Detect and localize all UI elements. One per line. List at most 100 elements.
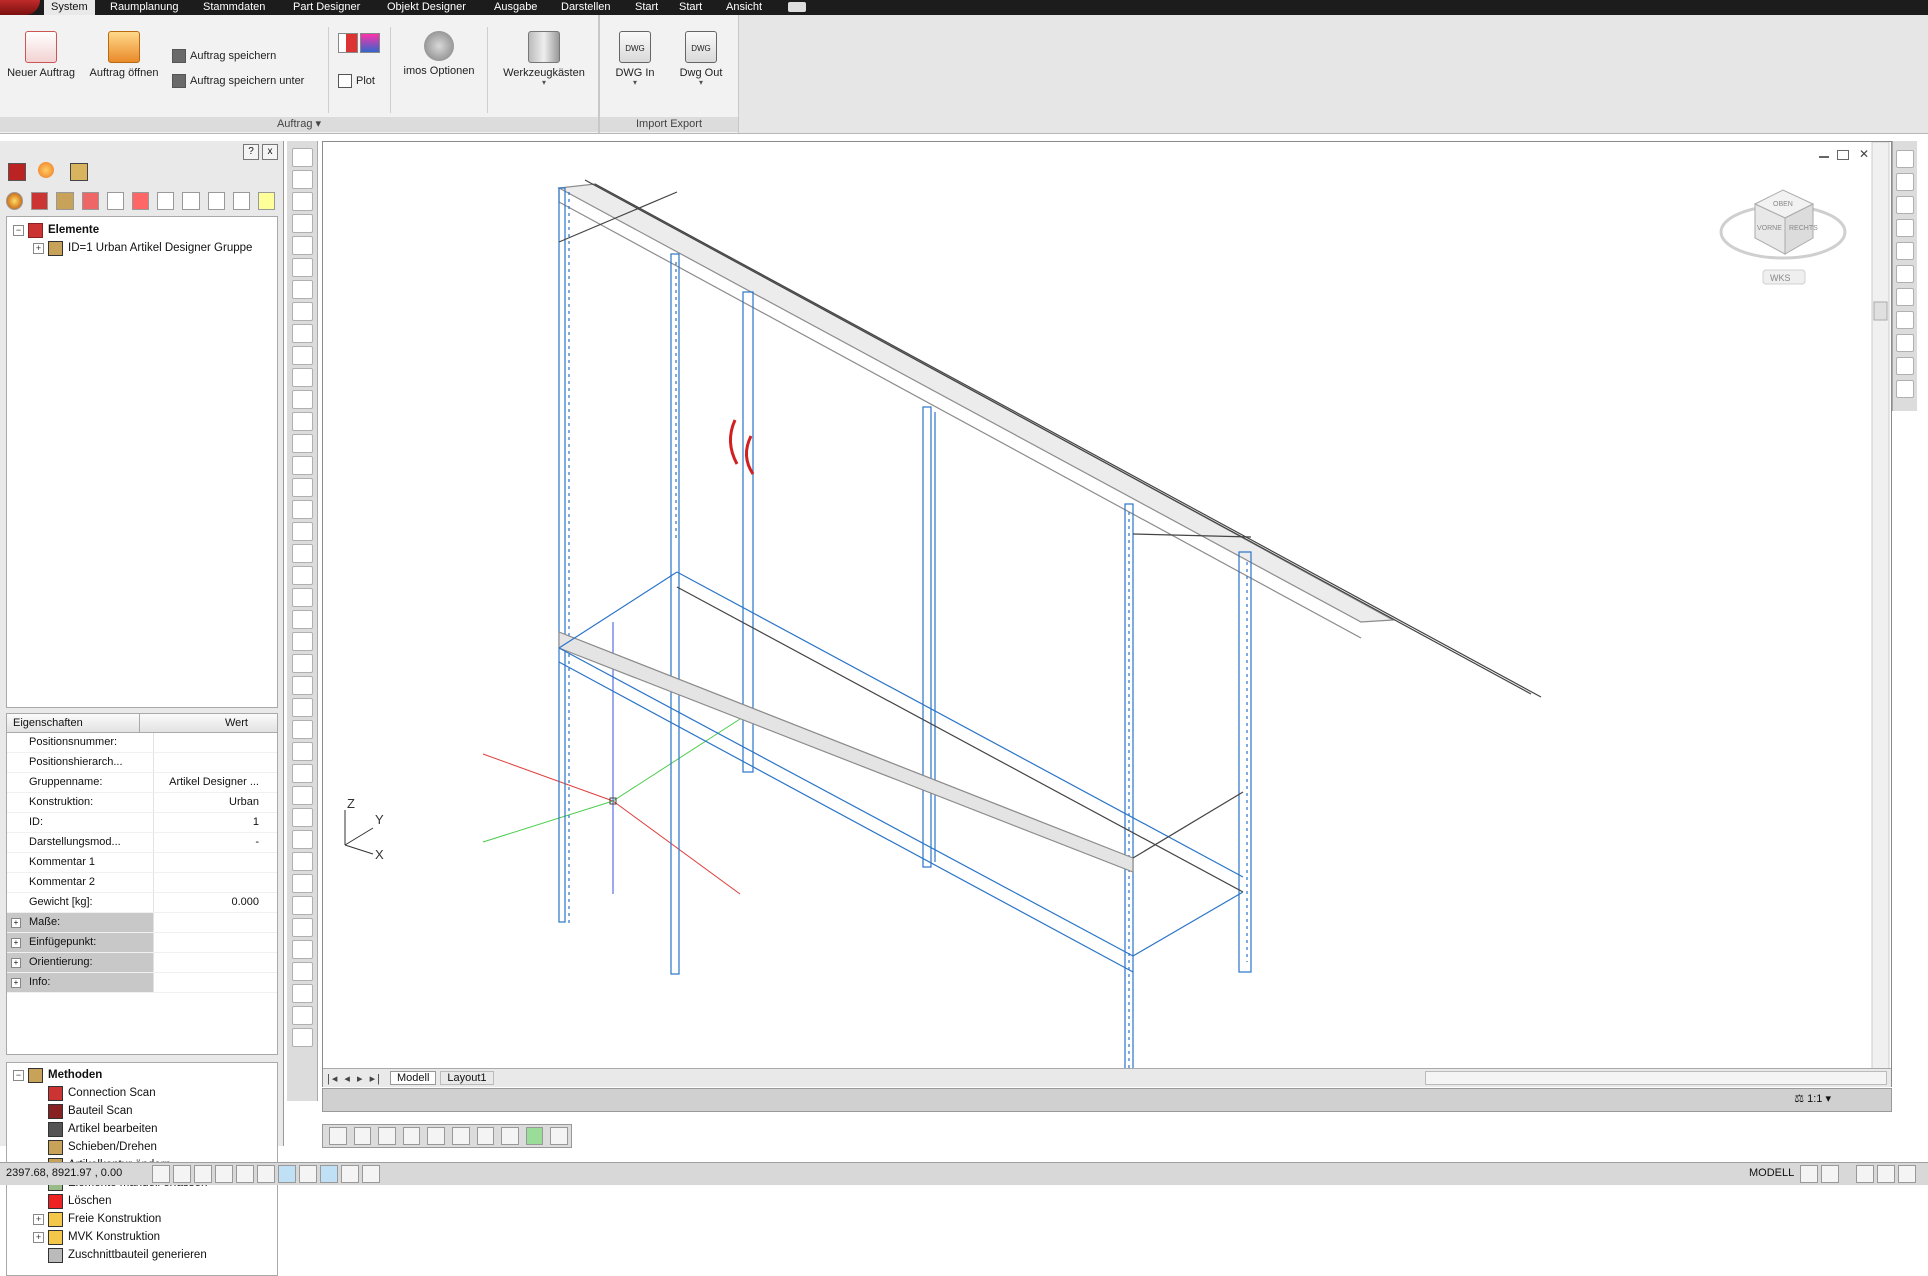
trim-icon[interactable] xyxy=(291,346,313,365)
elephant-icon[interactable] xyxy=(427,1127,445,1145)
tab-system[interactable]: System xyxy=(44,0,95,15)
method-item[interactable]: + Freie Konstruktion xyxy=(7,1210,277,1228)
ellipse-icon[interactable] xyxy=(291,698,313,717)
se-iso-icon[interactable] xyxy=(1896,334,1914,352)
expand-icon[interactable]: + xyxy=(11,938,21,948)
color-sphere-icon[interactable] xyxy=(6,192,24,210)
triangle-up-icon[interactable] xyxy=(157,192,175,210)
ribbon-minimize-icon[interactable] xyxy=(788,2,806,12)
pointer-icon[interactable] xyxy=(353,1127,372,1145)
property-value[interactable]: Urban xyxy=(153,793,265,812)
stretch-icon[interactable] xyxy=(291,324,313,343)
nw-iso-icon[interactable] xyxy=(1896,380,1914,398)
layout-icon[interactable] xyxy=(1800,1165,1818,1183)
ellipse-arc-icon[interactable] xyxy=(291,720,313,739)
fillet-icon[interactable] xyxy=(291,456,313,475)
plot-button[interactable]: Plot xyxy=(338,74,375,88)
chamfer-icon[interactable] xyxy=(291,434,313,453)
otrack-toggle-icon[interactable] xyxy=(257,1165,275,1183)
hatch-icon[interactable] xyxy=(378,1127,396,1145)
layer-state-icon[interactable] xyxy=(291,962,313,981)
polyline-icon[interactable] xyxy=(291,544,313,563)
col-wert[interactable]: Wert xyxy=(140,714,254,732)
col-eigenschaften[interactable]: Eigenschaften xyxy=(7,714,140,732)
filter-icon[interactable] xyxy=(182,192,200,210)
tab-modell[interactable]: Modell xyxy=(389,1071,437,1085)
hatch-icon[interactable] xyxy=(291,808,313,827)
table-icon[interactable] xyxy=(291,874,313,893)
left-view-icon[interactable] xyxy=(1896,219,1914,237)
arrow-icon[interactable] xyxy=(501,1127,519,1145)
tab-layout1[interactable]: Layout1 xyxy=(440,1071,494,1085)
stripes-icon[interactable] xyxy=(81,192,99,210)
polar-toggle-icon[interactable] xyxy=(215,1165,233,1183)
expand-icon[interactable]: + xyxy=(33,1231,44,1243)
construction-line-icon[interactable] xyxy=(291,522,313,541)
plot-settings-icon[interactable] xyxy=(360,33,380,53)
dyn-toggle-icon[interactable] xyxy=(299,1165,317,1183)
property-value[interactable] xyxy=(153,733,265,752)
cube-icon[interactable] xyxy=(56,192,74,210)
new-order-button[interactable]: Neuer Auftrag xyxy=(2,31,80,79)
drawing-canvas[interactable]: Z Y X OBEN VORNE RECHTS WKS xyxy=(323,142,1891,1086)
save-order-button[interactable]: Auftrag speichern xyxy=(172,49,276,63)
tree-node-group[interactable]: + ID=1 Urban Artikel Designer Gruppe xyxy=(7,239,277,257)
property-group-row[interactable]: + Einfügepunkt: xyxy=(7,933,277,953)
tree-node-elements[interactable]: − Elemente xyxy=(7,221,277,239)
extend-icon[interactable] xyxy=(291,368,313,387)
ne-iso-icon[interactable] xyxy=(1896,357,1914,375)
named-views-icon[interactable] xyxy=(1896,150,1914,168)
tpy-toggle-icon[interactable] xyxy=(341,1165,359,1183)
property-row[interactable]: Gewicht [kg]: 0.000 xyxy=(7,893,277,913)
tab-darstellen[interactable]: Darstellen xyxy=(554,0,618,15)
collapse-icon[interactable]: − xyxy=(13,224,24,236)
drawing-viewport[interactable]: ✕ Z Y X OBEN VORNE RECHTS WKS |◂ ◂ ▸ ▸| … xyxy=(322,141,1892,1087)
method-item[interactable]: Löschen xyxy=(7,1192,277,1210)
tab-start-2[interactable]: Start xyxy=(672,0,709,15)
lock-icon[interactable] xyxy=(1877,1165,1895,1183)
tab-nav-arrows[interactable]: |◂ ◂ ▸ ▸| xyxy=(327,1072,382,1085)
tab-ausgabe[interactable]: Ausgabe xyxy=(487,0,544,15)
property-row[interactable]: Konstruktion: Urban xyxy=(7,793,277,813)
rotate-icon[interactable] xyxy=(476,1127,495,1145)
mirror-icon[interactable] xyxy=(291,192,313,211)
property-value[interactable]: Artikel Designer ... xyxy=(153,773,265,792)
scale-icon[interactable] xyxy=(291,302,313,321)
expand-icon[interactable]: + xyxy=(11,958,21,968)
method-item[interactable]: Connection Scan xyxy=(7,1084,277,1102)
join-icon[interactable] xyxy=(291,412,313,431)
annotation-scale[interactable]: ⚖ 1:1 ▾ xyxy=(1794,1092,1831,1105)
save-order-as-button[interactable]: Auftrag speichern unter xyxy=(172,74,304,88)
property-row[interactable]: Positionsnummer: xyxy=(7,733,277,753)
viewports-icon[interactable] xyxy=(1821,1165,1839,1183)
dwg-out-button[interactable]: DWG Dwg Out ▾ xyxy=(672,31,730,87)
property-value[interactable] xyxy=(153,873,265,892)
tab-part-designer[interactable]: Part Designer xyxy=(286,0,367,15)
eraser-icon[interactable] xyxy=(106,192,124,210)
property-value[interactable] xyxy=(153,753,265,772)
ortho-toggle-icon[interactable] xyxy=(194,1165,212,1183)
elements-tab-icon[interactable] xyxy=(8,163,26,181)
text-icon[interactable] xyxy=(291,896,313,915)
vertical-scrollbar[interactable] xyxy=(1871,142,1890,1071)
spline-icon[interactable] xyxy=(291,676,313,695)
list-icon[interactable] xyxy=(329,1127,347,1145)
right-view-icon[interactable] xyxy=(1896,242,1914,260)
add-selected-icon[interactable] xyxy=(291,918,313,937)
property-row[interactable]: Kommentar 2 xyxy=(7,873,277,893)
swap-icon[interactable] xyxy=(207,192,225,210)
ribbon-group-auftrag[interactable]: Auftrag ▾ xyxy=(0,117,598,132)
distance-icon[interactable] xyxy=(291,1028,313,1047)
tab-objekt-designer[interactable]: Objekt Designer xyxy=(380,0,473,15)
property-value[interactable]: 0.000 xyxy=(153,893,265,912)
application-menu-button[interactable] xyxy=(0,0,40,15)
workspace-gear-icon[interactable] xyxy=(1856,1165,1874,1183)
globe-tab-icon[interactable] xyxy=(38,162,54,178)
properties-icon[interactable] xyxy=(291,984,313,1003)
red-eraser-icon[interactable] xyxy=(131,192,150,210)
circle-icon[interactable] xyxy=(291,632,313,651)
copy-icon[interactable] xyxy=(291,170,313,189)
polygon-icon[interactable] xyxy=(291,566,313,585)
property-group-row[interactable]: + Info: xyxy=(7,973,277,993)
grid-toggle-icon[interactable] xyxy=(173,1165,191,1183)
